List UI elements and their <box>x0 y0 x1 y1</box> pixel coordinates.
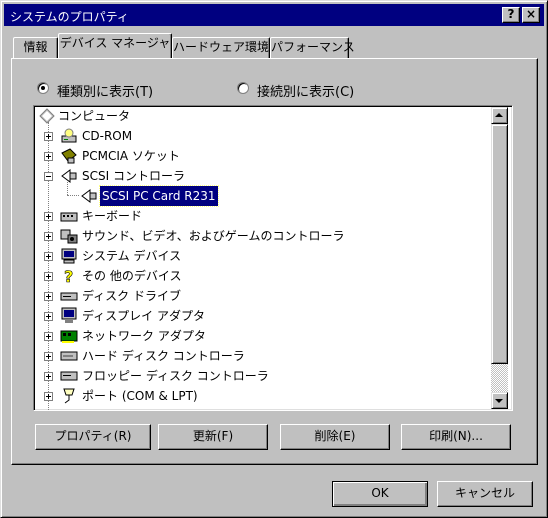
expand-icon[interactable] <box>44 352 53 361</box>
unknown-device-icon: ? <box>64 267 74 285</box>
refresh-button[interactable]: 更新(F) <box>158 424 268 450</box>
keyboard-icon <box>60 212 78 222</box>
radio-by-connection-circle[interactable] <box>237 82 249 94</box>
expand-icon[interactable] <box>44 232 53 241</box>
expand-icon[interactable] <box>44 312 53 321</box>
tree-label: ディスプレイ アダプタ <box>82 309 205 323</box>
expand-icon[interactable] <box>44 272 53 281</box>
cancel-button[interactable]: キャンセル <box>437 481 533 507</box>
scroll-up-button[interactable] <box>491 107 508 124</box>
tree-label-selected: SCSI PC Card R231 <box>99 185 219 207</box>
expand-icon[interactable] <box>44 372 53 381</box>
tree-label: その 他のデバイス <box>82 269 182 283</box>
window-title: システムのプロパティ <box>10 10 129 24</box>
expand-icon[interactable] <box>44 292 53 301</box>
cdrom-icon <box>61 128 77 143</box>
device-tree[interactable]: コンピュータ CD-ROM PCMCIA ソケット SCSI コントローラ SC… <box>33 105 513 411</box>
tree-label: サウンド、ビデオ、およびゲームのコントローラ <box>82 229 345 243</box>
tree-label: CD-ROM <box>82 129 133 143</box>
tree-label: キーボード <box>82 209 143 223</box>
hdd-controller-icon <box>60 351 78 361</box>
arrow-up-icon <box>495 113 503 117</box>
expand-icon[interactable] <box>44 212 53 221</box>
tree-label: ディスク ドライブ <box>82 289 181 303</box>
properties-button[interactable]: プロパティ(R) <box>35 424 151 450</box>
radio-by-type-circle[interactable] <box>37 82 49 94</box>
expand-icon[interactable] <box>44 152 53 161</box>
tree-label: ハード ディスク コントローラ <box>82 349 245 363</box>
collapse-icon[interactable] <box>44 172 53 181</box>
scroll-track[interactable] <box>491 364 508 392</box>
tab-performance[interactable]: パフォーマンス <box>270 37 355 58</box>
disk-drive-icon <box>60 292 78 301</box>
floppy-controller-icon <box>60 371 78 381</box>
scsi-device-icon <box>81 189 97 203</box>
tree-label: SCSI コントローラ <box>82 169 185 183</box>
tree-label: PCMCIA ソケット <box>82 149 180 163</box>
print-button[interactable]: 印刷(N)... <box>401 424 511 450</box>
expand-icon[interactable] <box>44 392 53 401</box>
tree-label: ネットワーク アダプタ <box>82 329 206 343</box>
close-button[interactable]: × <box>522 7 540 23</box>
tree-label: ポート (COM & LPT) <box>82 389 198 403</box>
expand-icon[interactable] <box>44 132 53 141</box>
remove-button[interactable]: 削除(E) <box>280 424 390 450</box>
scroll-thumb[interactable] <box>491 124 508 364</box>
tree-label: コンピュータ <box>58 109 131 123</box>
display-adapter-icon <box>61 307 77 323</box>
ok-button[interactable]: OK <box>332 481 428 507</box>
pcmcia-icon <box>61 148 77 164</box>
system-properties-window: システムのプロパティ ? × 情報 デバイス マネージャ ハードウェア環境 パフ… <box>0 0 548 518</box>
computer-icon <box>39 108 55 124</box>
tab-info[interactable]: 情報 <box>13 37 58 58</box>
svg-text:?: ? <box>64 267 73 285</box>
radio-by-type-label: 種類別に表示(T) <box>57 85 154 100</box>
expand-icon[interactable] <box>44 252 53 261</box>
radio-by-connection-label: 接続別に表示(C) <box>257 85 355 100</box>
tree-label: システム デバイス <box>82 249 182 263</box>
tab-device-manager[interactable]: デバイス マネージャ <box>58 33 172 58</box>
help-button[interactable]: ? <box>502 7 520 23</box>
arrow-down-icon <box>495 399 503 403</box>
port-icon <box>63 388 75 404</box>
tree-scrollbar[interactable] <box>491 107 508 409</box>
scroll-down-button[interactable] <box>491 392 508 409</box>
sound-icon <box>60 229 78 244</box>
network-adapter-icon <box>60 330 78 343</box>
title-bar: システムのプロパティ ? × <box>4 4 544 26</box>
tree-label: フロッピー ディスク コントローラ <box>82 369 269 383</box>
scsi-icon <box>61 169 77 183</box>
expand-icon[interactable] <box>44 332 53 341</box>
system-device-icon <box>61 248 77 264</box>
tab-hardware-profiles[interactable]: ハードウェア環境 <box>172 37 270 58</box>
